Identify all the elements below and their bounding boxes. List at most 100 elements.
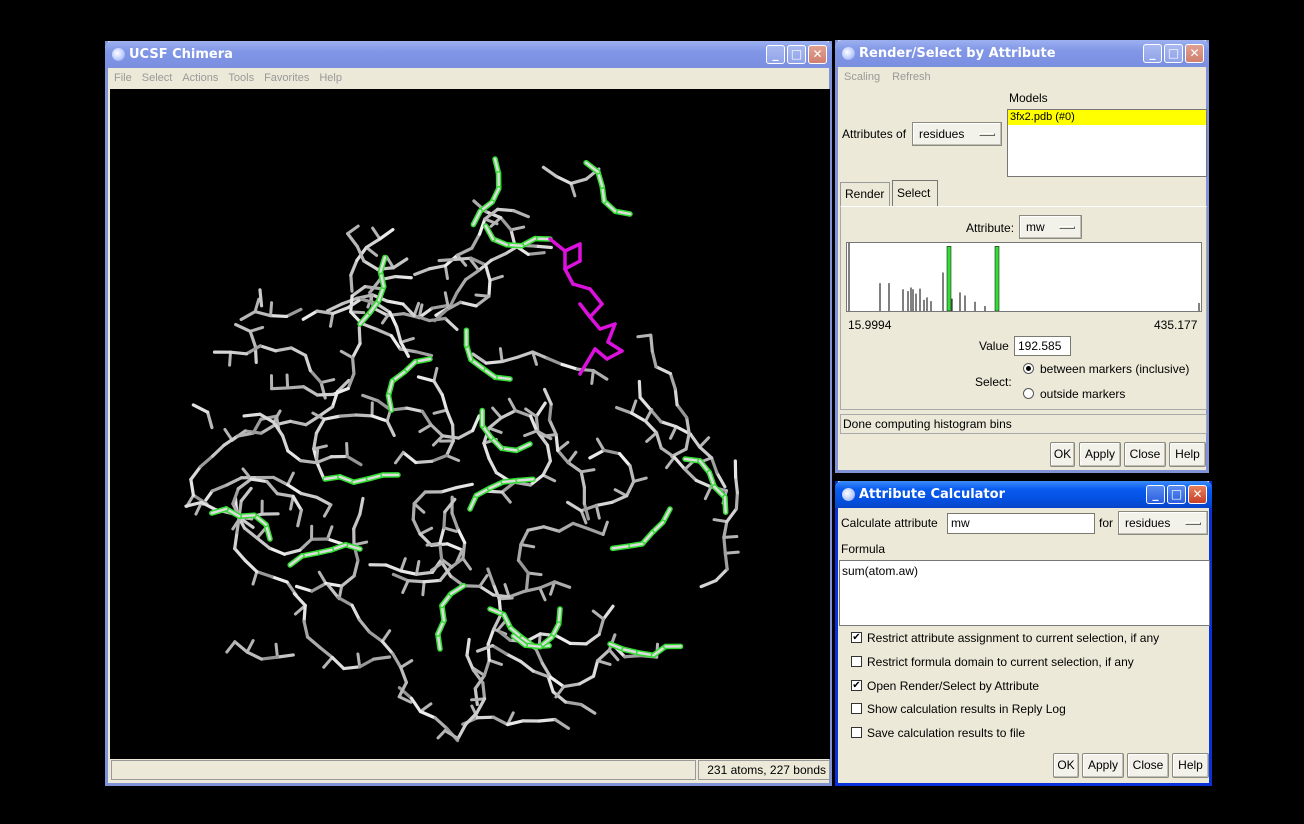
outside-markers-label[interactable]: outside markers — [1040, 387, 1125, 401]
menu-file[interactable]: File — [114, 68, 132, 88]
between-markers-label[interactable]: between markers (inclusive) — [1040, 362, 1189, 376]
help-button[interactable]: Help — [1169, 442, 1206, 467]
bond — [630, 411, 648, 423]
bond — [239, 486, 253, 503]
maximize-button[interactable]: □ — [1167, 485, 1186, 504]
apply-button[interactable]: Apply — [1082, 753, 1124, 778]
bond — [414, 350, 434, 358]
apply-button[interactable]: Apply — [1079, 442, 1121, 467]
close-button[interactable]: Close — [1127, 753, 1169, 778]
bond — [358, 657, 376, 669]
render-select-titlebar[interactable]: Render/Select by Attribute _ □ ✕ — [835, 40, 1209, 67]
bond — [358, 496, 365, 516]
menu-tools[interactable]: Tools — [228, 68, 254, 88]
menu-select[interactable]: Select — [142, 68, 173, 88]
ok-button[interactable]: OK — [1053, 753, 1079, 778]
attribute-calculator-title: Attribute Calculator — [859, 487, 1005, 502]
histogram-marker[interactable] — [994, 246, 1000, 312]
maximize-button[interactable]: □ — [1164, 44, 1183, 63]
tab-select[interactable]: Select — [892, 180, 938, 207]
bond — [298, 459, 318, 465]
model-item[interactable]: 3fx2.pdb (#0) — [1008, 110, 1206, 125]
chimera-menubar: File Select Actions Tools Favorites Help — [108, 68, 829, 88]
bond — [267, 546, 286, 556]
command-line[interactable] — [111, 760, 696, 780]
tab-render[interactable]: Render — [840, 182, 890, 206]
show-reply-log-checkbox[interactable] — [851, 703, 862, 714]
bond — [406, 579, 426, 584]
bond — [588, 315, 602, 331]
attributes-of-menu[interactable]: residues — [912, 122, 1002, 146]
bond — [442, 510, 447, 530]
histogram[interactable] — [846, 242, 1202, 312]
save-to-file-label[interactable]: Save calculation results to file — [867, 726, 1025, 740]
restrict-domain-checkbox[interactable] — [851, 656, 862, 667]
for-menu[interactable]: residues — [1118, 511, 1208, 535]
models-list[interactable]: 3fx2.pdb (#0) — [1007, 109, 1207, 177]
for-value: residues — [1125, 516, 1171, 530]
formula-textarea[interactable]: sum(atom.aw) — [839, 560, 1210, 626]
bond — [391, 257, 409, 270]
close-window-button[interactable]: ✕ — [1188, 485, 1207, 504]
menu-help[interactable]: Help — [319, 68, 342, 88]
bond — [398, 347, 418, 354]
bond — [248, 325, 265, 333]
bond — [322, 503, 333, 518]
bond — [445, 408, 455, 427]
open-render-select-label[interactable]: Open Render/Select by Attribute — [867, 679, 1039, 693]
bond — [456, 722, 468, 741]
attribute-name-input[interactable]: mw — [947, 513, 1095, 534]
attribute-calculator-titlebar[interactable]: Attribute Calculator _ □ ✕ — [835, 481, 1212, 508]
close-window-button[interactable]: ✕ — [1185, 44, 1204, 63]
close-window-button[interactable]: ✕ — [808, 45, 827, 64]
bond — [345, 454, 363, 467]
ok-button[interactable]: OK — [1050, 442, 1075, 467]
bond — [258, 288, 264, 308]
bond — [225, 640, 237, 654]
menu-favorites[interactable]: Favorites — [264, 68, 309, 88]
help-button[interactable]: Help — [1172, 753, 1209, 778]
chimera-titlebar[interactable]: UCSF Chimera _ □ ✕ — [105, 41, 832, 68]
bond — [393, 450, 405, 465]
between-markers-radio[interactable] — [1023, 363, 1034, 374]
molecule-viewport[interactable] — [110, 89, 830, 759]
outside-markers-radio[interactable] — [1023, 388, 1034, 399]
bond — [499, 216, 513, 232]
histogram-marker[interactable] — [946, 246, 952, 312]
bond — [436, 727, 449, 740]
menu-scaling[interactable]: Scaling — [844, 67, 880, 87]
show-reply-log-label[interactable]: Show calculation results in Reply Log — [867, 702, 1066, 716]
attribute-menu[interactable]: mw — [1019, 215, 1082, 239]
bond — [371, 226, 382, 241]
restrict-domain-label[interactable]: Restrict formula domain to current selec… — [867, 655, 1134, 669]
bond — [486, 627, 496, 646]
minimize-button[interactable]: _ — [766, 45, 785, 64]
bond — [314, 455, 333, 465]
bond — [636, 333, 653, 339]
menu-actions[interactable]: Actions — [182, 68, 218, 88]
bond — [504, 652, 523, 663]
save-to-file-checkbox[interactable] — [851, 727, 862, 738]
bond — [684, 431, 691, 451]
minimize-button[interactable]: _ — [1143, 44, 1162, 63]
maximize-button[interactable]: □ — [787, 45, 806, 64]
value-input[interactable]: 192.585 — [1014, 336, 1071, 356]
bond — [591, 609, 605, 621]
close-button[interactable]: Close — [1124, 442, 1166, 467]
bond — [418, 702, 433, 713]
bond — [465, 653, 475, 672]
bond — [433, 716, 449, 731]
bond — [339, 349, 355, 360]
bond — [453, 256, 473, 262]
bond — [418, 526, 434, 536]
restrict-assignment-checkbox[interactable]: ✔ — [851, 632, 862, 643]
restrict-assignment-label[interactable]: Restrict attribute assignment to current… — [867, 631, 1159, 645]
bond — [325, 537, 345, 546]
bond — [428, 264, 447, 271]
bond — [482, 441, 491, 460]
menu-refresh[interactable]: Refresh — [892, 67, 931, 87]
open-render-select-checkbox[interactable]: ✔ — [851, 680, 862, 691]
bond — [414, 570, 434, 576]
minimize-button[interactable]: _ — [1146, 485, 1165, 504]
bond — [328, 312, 335, 328]
